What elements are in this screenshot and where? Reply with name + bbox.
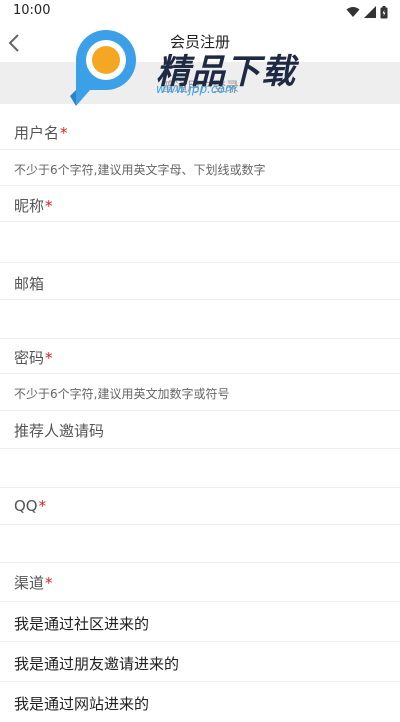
signal-icon xyxy=(364,6,376,18)
email-label: 邮箱 xyxy=(14,275,45,293)
required-mark: * xyxy=(60,124,68,142)
wifi-icon xyxy=(346,7,360,17)
password-placeholder: 不少于6个字符,建议用英文加数字或符号 xyxy=(14,387,230,401)
required-mark: * xyxy=(45,574,53,592)
required-mark: * xyxy=(45,349,53,367)
battery-icon xyxy=(380,5,388,18)
channel-option-friend-invite[interactable]: 我是通过朋友邀请进来的 xyxy=(0,642,400,682)
referral-label: 推荐人邀请码 xyxy=(14,422,105,440)
channel-label-row: 渠道* xyxy=(0,563,400,602)
channel-option-website[interactable]: 我是通过网站进来的 xyxy=(0,682,400,722)
nickname-label-row: 昵称* xyxy=(0,186,400,222)
email-label-row: 邮箱 xyxy=(0,263,400,300)
watermark-url: www.jpp.com xyxy=(156,82,237,96)
qq-label: QQ* xyxy=(14,497,47,515)
username-label-row: 用户名* xyxy=(0,112,400,150)
watermark: 精品下载 www.jpp.com xyxy=(66,26,326,112)
nickname-input[interactable] xyxy=(0,222,400,263)
username-placeholder: 不少于6个字符,建议用英文字母、下划线或数字 xyxy=(14,163,266,177)
status-time: 10:00 xyxy=(13,3,51,18)
channel-option-label: 我是通过网站进来的 xyxy=(14,695,150,713)
required-mark: * xyxy=(38,497,47,515)
password-label-row: 密码* xyxy=(0,339,400,374)
referral-label-row: 推荐人邀请码 xyxy=(0,411,400,449)
referral-input[interactable] xyxy=(0,449,400,488)
nickname-label: 昵称* xyxy=(14,197,53,215)
qq-input[interactable] xyxy=(0,525,400,563)
status-icons xyxy=(346,5,388,19)
watermark-logo-icon xyxy=(70,30,136,106)
channel-option-label: 我是通过朋友邀请进来的 xyxy=(14,655,180,673)
channel-option-label: 我是通过社区进来的 xyxy=(14,615,150,633)
username-label: 用户名* xyxy=(14,124,68,142)
qq-label-row: QQ* xyxy=(0,488,400,525)
username-input[interactable]: 不少于6个字符,建议用英文字母、下划线或数字 xyxy=(0,150,400,186)
password-input[interactable]: 不少于6个字符,建议用英文加数字或符号 xyxy=(0,374,400,411)
password-label: 密码* xyxy=(14,349,53,367)
channel-option-community[interactable]: 我是通过社区进来的 xyxy=(0,602,400,642)
channel-label: 渠道* xyxy=(14,574,53,592)
email-input[interactable] xyxy=(0,300,400,339)
status-bar: 10:00 xyxy=(0,0,400,24)
required-mark: * xyxy=(45,197,53,215)
